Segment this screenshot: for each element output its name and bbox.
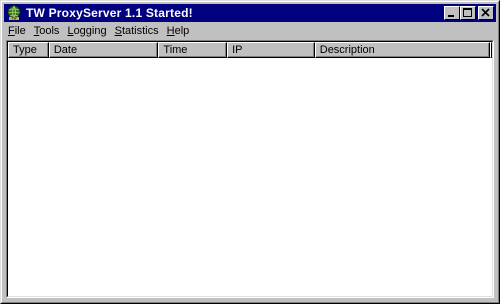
log-list-view[interactable]: Type Date Time IP Description [6,40,494,298]
close-button[interactable] [478,6,494,20]
column-header-time[interactable]: Time [158,42,228,58]
menu-logging[interactable]: Logging [63,23,110,39]
minimize-icon [448,15,454,17]
menu-bar: File Tools Logging Statistics Help [4,22,496,40]
svg-text:TW: TW [10,17,17,21]
menu-file[interactable]: File [4,23,30,39]
column-header-filler [490,42,492,58]
title-bar[interactable]: TW TW ProxyServer 1.1 Started! [4,4,496,22]
menu-statistics[interactable]: Statistics [111,23,163,39]
globe-app-icon[interactable]: TW [6,5,22,21]
minimize-button[interactable] [444,6,460,20]
close-icon [481,8,490,17]
list-rows[interactable] [8,58,492,296]
column-header-date[interactable]: Date [48,42,159,58]
list-header: Type Date Time IP Description [8,42,492,58]
window-controls [444,6,494,20]
menu-help[interactable]: Help [163,23,194,39]
column-header-ip[interactable]: IP [227,42,315,58]
window-title: TW ProxyServer 1.1 Started! [26,6,193,20]
menu-tools[interactable]: Tools [30,23,64,39]
app-window: TW TW ProxyServer 1.1 Started! File Tool… [0,0,500,304]
column-header-description[interactable]: Description [314,42,490,58]
maximize-button[interactable] [460,6,476,20]
maximize-icon [463,8,472,17]
column-header-type[interactable]: Type [8,42,49,58]
